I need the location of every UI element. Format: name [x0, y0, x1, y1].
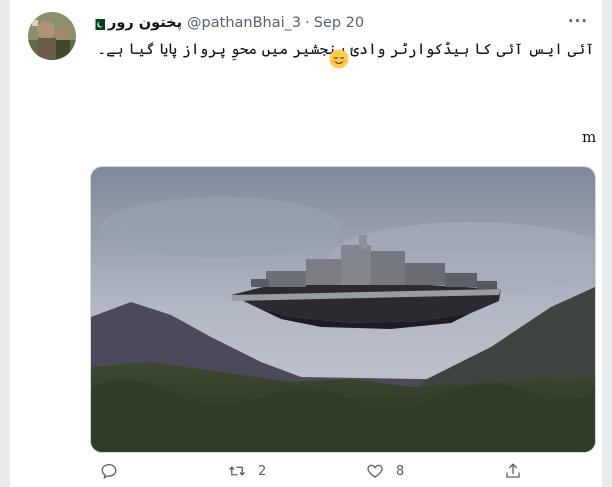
author-name[interactable]: پختون رور	[108, 15, 182, 31]
more-options-button[interactable]: ···	[568, 12, 588, 30]
share-button[interactable]	[504, 462, 534, 480]
trailing-character: m	[582, 128, 597, 146]
reply-icon	[101, 463, 117, 480]
heart-icon	[367, 464, 383, 478]
avatar[interactable]	[28, 12, 76, 60]
tweet-card[interactable]: پختون رور @pathanBhai_3 · Sep 20 ··· آئی…	[10, 0, 602, 487]
share-icon	[506, 463, 520, 478]
reply-button[interactable]	[100, 462, 130, 480]
separator-dot: ·	[305, 15, 310, 31]
tweet-actions: 2 8	[90, 462, 530, 484]
retweet-count: 2	[258, 463, 267, 479]
retweet-icon	[229, 466, 245, 476]
like-button[interactable]: 8	[366, 462, 404, 480]
tweet-media-image[interactable]	[90, 166, 596, 453]
tweet-date[interactable]: Sep 20	[314, 15, 364, 31]
tweet-text: آئی ایس آئی کا ہیڈکوارٹر وادیٔ پنجشیر می…	[97, 40, 594, 58]
pakistan-flag-icon	[92, 18, 105, 30]
relieved-face-emoji	[329, 49, 349, 69]
like-count: 8	[396, 463, 405, 479]
author-handle[interactable]: @pathanBhai_3	[187, 15, 301, 31]
retweet-button[interactable]: 2	[228, 462, 266, 480]
tweet-header: پختون رور @pathanBhai_3 · Sep 20	[92, 13, 582, 33]
